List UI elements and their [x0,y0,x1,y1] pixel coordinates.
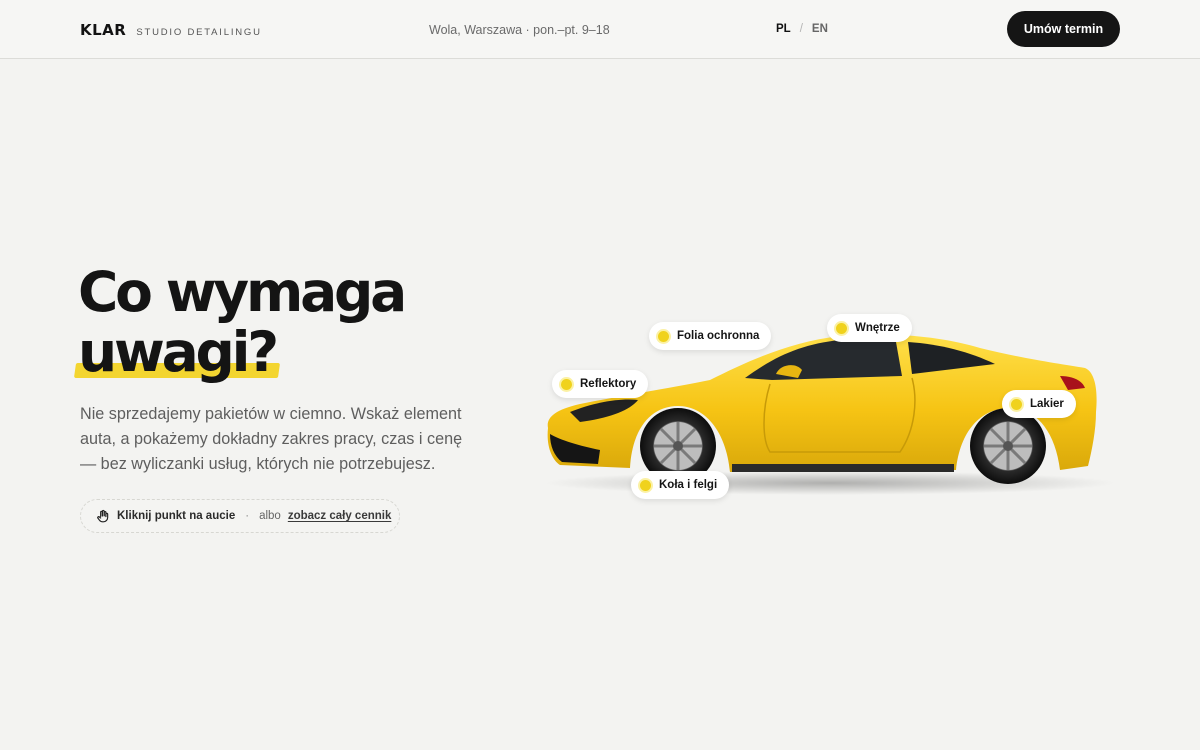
site-header: KLAR STUDIO DETAILINGU Wola, Warszawa · … [0,0,1200,59]
book-appointment-button[interactable]: Umów termin [1007,11,1120,47]
brand-logo[interactable]: KLAR [80,21,126,39]
hand-pointer-icon [97,509,109,523]
car-side-skirt [732,464,954,472]
hero-headline: Co wymaga uwagi? [73,260,407,384]
hotspot-protective-film[interactable]: Folia ochronna [649,322,772,350]
hotspot-interior[interactable]: Wnętrze [827,314,912,342]
hotspot-label: Wnętrze [855,322,900,334]
hotspot-label: Koła i felgi [659,479,718,491]
hotspot-paint[interactable]: Lakier [1002,390,1076,418]
hotspot-headlights[interactable]: Reflektory [552,370,649,398]
headline-highlight-word: uwagi? [78,320,279,384]
hotspot-pin-icon [1011,398,1022,410]
hint-separator: · [245,510,250,522]
hotspot-label: Folia ochronna [677,330,760,342]
hotspot-wheels[interactable]: Koła i felgi [631,471,730,499]
hint-or-text: albo [259,510,281,522]
hotspot-label: Lakier [1030,398,1064,410]
hotspot-pin-icon [640,479,651,491]
rear-wheel [970,408,1046,484]
hotspot-pin-icon [836,322,847,334]
brand[interactable]: KLAR STUDIO DETAILINGU [80,21,262,39]
full-pricing-link[interactable]: zobacz cały cennik [288,510,392,522]
hotspot-label: Reflektory [580,378,637,390]
brand-subtitle: STUDIO DETAILINGU [136,27,262,38]
hotspot-pin-icon [658,330,669,342]
headline-line-1: Co wymaga [78,260,407,324]
language-switcher: PL / EN [776,23,828,35]
location-hours: Wola, Warszawa · pon.–pt. 9–18 [429,23,610,37]
lang-en[interactable]: EN [812,23,828,35]
lang-pl[interactable]: PL [776,23,791,35]
hint-action-text: Kliknij punkt na aucie [117,510,236,522]
lang-separator: / [799,23,803,35]
hotspot-pin-icon [561,378,572,390]
hint-pill: Kliknij punkt na aucie · albo zobacz cał… [80,499,400,533]
headline-line-2: uwagi? [73,320,281,384]
hero-lead: Nie sprzedajemy pakietów w ciemno. Wskaż… [80,405,463,473]
